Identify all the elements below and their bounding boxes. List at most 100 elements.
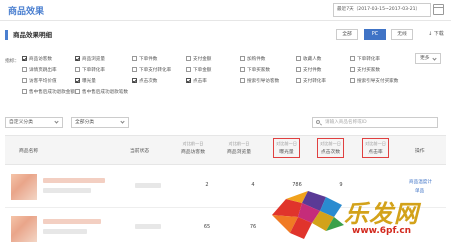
checkbox-checked-icon[interactable] [75,78,80,83]
checkbox-checked-icon[interactable] [132,78,137,83]
col-clicks[interactable]: 对比前一日 点击次数 [317,138,344,158]
col-visitors[interactable]: 对比前一日 商品访客数 [181,141,205,155]
col-ctr[interactable]: 对比前一日 点击率 [362,138,389,158]
watermark-text: 乐发网 [344,199,419,228]
checkbox-unchecked-icon[interactable] [240,78,245,83]
status-blurred [135,224,161,229]
product-thermometer-link[interactable]: 商品温度计 [409,179,432,185]
checkbox-unchecked-icon[interactable] [350,78,355,83]
col-views-label: 商品浏览量 [227,150,251,155]
checkbox-checked-icon[interactable] [22,56,27,61]
indicator-label-text: 搜索引导访客数 [247,79,280,84]
checkbox-unchecked-icon[interactable] [350,56,355,61]
indicator-checkbox[interactable]: 支付买家数 [350,66,380,75]
checkbox-unchecked-icon[interactable] [350,67,355,72]
indicator-label-text: 下单件数 [139,57,158,62]
date-range-picker[interactable]: 最近7天（2017-03-15~2017-03-21） [333,3,431,17]
indicator-label-text: 下单转化率 [82,68,105,73]
page-title: 商品效果 [8,7,45,17]
indicator-checkbox[interactable]: 支付件数 [296,66,321,75]
search-input[interactable]: 请输入商品名称或ID [312,117,438,128]
checkbox-unchecked-icon[interactable] [186,56,191,61]
checkbox-unchecked-icon[interactable] [22,89,27,94]
tab-all[interactable]: 全部 [336,29,358,40]
col-clicks-sub: 对比前一日 [320,141,341,146]
checkbox-unchecked-icon[interactable] [240,56,245,61]
product-id-blurred [43,229,87,234]
indicator-label-text: 支付买家数 [357,68,380,73]
checkbox-unchecked-icon[interactable] [296,78,301,83]
indicator-checkbox[interactable]: 搜索引导访客数 [240,77,279,86]
checkbox-unchecked-icon[interactable] [75,89,80,94]
col-visitors-label: 商品访客数 [181,150,205,155]
indicator-label-text: 加购件数 [247,57,266,62]
checkbox-checked-icon[interactable] [186,78,191,83]
indicator-checkbox[interactable]: 支付金额 [186,55,211,64]
indicator-checkbox[interactable]: 下单件数 [132,55,157,64]
cell-visitors: 2 [205,182,209,188]
col-exposure[interactable]: 对比前一日 曝光量 [273,138,300,158]
indicator-label-text: 点击率 [193,79,207,84]
more-dropdown[interactable]: 更多 [415,53,441,64]
indicator-checkbox[interactable]: 下单买家数 [240,66,270,75]
indicator-checkbox[interactable]: 搜索引导支付买家数 [350,77,398,86]
custom-category-select[interactable]: 自定义分类 [5,117,63,128]
indicator-checkbox[interactable]: 下单支付转化率 [132,66,171,75]
watermark-logo [272,191,344,239]
indicator-checkbox[interactable]: 加购件数 [240,55,265,64]
indicator-checkbox[interactable]: 访客平均价值 [22,77,57,86]
tab-pc[interactable]: PC [364,29,386,40]
product-name-blurred[interactable] [43,219,101,224]
indicator-checkbox[interactable]: 点击次数 [132,77,157,86]
indicator-checkbox[interactable]: 售中售后成功退款笔数 [75,88,128,97]
tab-wireless[interactable]: 无线 [391,29,413,40]
product-id-blurred [43,188,91,193]
checkbox-unchecked-icon[interactable] [296,67,301,72]
indicator-checkbox[interactable]: 详情页跳出率 [22,66,57,75]
indicator-checkbox[interactable]: 下单转化率 [75,66,105,75]
indicator-checkbox[interactable]: 点击率 [186,77,207,86]
product-name-blurred[interactable] [43,178,105,183]
indicator-label-text: 售中售后成功退款金额 [29,90,75,95]
all-category-select[interactable]: 全部分类 [71,117,129,128]
indicator-checkbox[interactable]: 曝光量 [75,77,96,86]
indicator-checkbox[interactable]: 下单金额 [186,66,211,75]
indicator-label-text: 详情页跳出率 [29,68,57,73]
col-clicks-label: 点击次数 [320,150,341,155]
product-thumbnail[interactable] [11,174,37,200]
download-button[interactable]: ↓ 下载 [428,29,444,40]
col-ctr-sub: 对比前一日 [365,141,386,146]
status-blurred [135,183,161,188]
indicator-checkbox[interactable]: 支付转化率 [296,77,326,86]
checkbox-unchecked-icon[interactable] [240,67,245,72]
col-ops: 操作 [415,149,425,154]
checkbox-unchecked-icon[interactable] [132,67,137,72]
indicator-label-text: 下单买家数 [247,68,270,73]
col-views[interactable]: 对比前一日 商品浏览量 [227,141,251,155]
cell-views: 76 [249,224,257,230]
indicator-label-text: 曝光量 [82,79,96,84]
indicator-checkbox[interactable]: 收藏人数 [296,55,321,64]
table-header: 商品名称 当前状态 对比前一日 商品访客数 对比前一日 商品浏览量 对比前一日 … [5,135,446,165]
checkbox-unchecked-icon[interactable] [22,78,27,83]
indicator-label: 指标： [5,59,20,64]
indicator-label-text: 访客平均价值 [29,79,57,84]
indicator-checkbox[interactable]: 售中售后成功退款金额 [22,88,75,97]
checkbox-unchecked-icon[interactable] [75,67,80,72]
col-visitors-sub: 对比前一日 [182,141,204,146]
product-thumbnail[interactable] [11,216,37,242]
checkbox-unchecked-icon[interactable] [22,67,27,72]
checkbox-unchecked-icon[interactable] [132,56,137,61]
indicator-checkbox[interactable]: 商品访客数 [22,55,52,64]
checkbox-checked-icon[interactable] [75,56,80,61]
indicator-label-text: 支付金额 [193,57,212,62]
col-exposure-sub: 对比前一日 [276,141,297,146]
indicator-checkbox[interactable]: 商品浏览量 [75,55,105,64]
checkbox-unchecked-icon[interactable] [186,67,191,72]
calendar-icon[interactable] [433,4,444,15]
indicator-checkbox[interactable]: 下单转化率 [350,55,380,64]
cell-visitors: 65 [203,224,211,230]
indicator-label-text: 下单金额 [193,68,212,73]
watermark-url: www.6pf.cn [352,226,412,236]
checkbox-unchecked-icon[interactable] [296,56,301,61]
